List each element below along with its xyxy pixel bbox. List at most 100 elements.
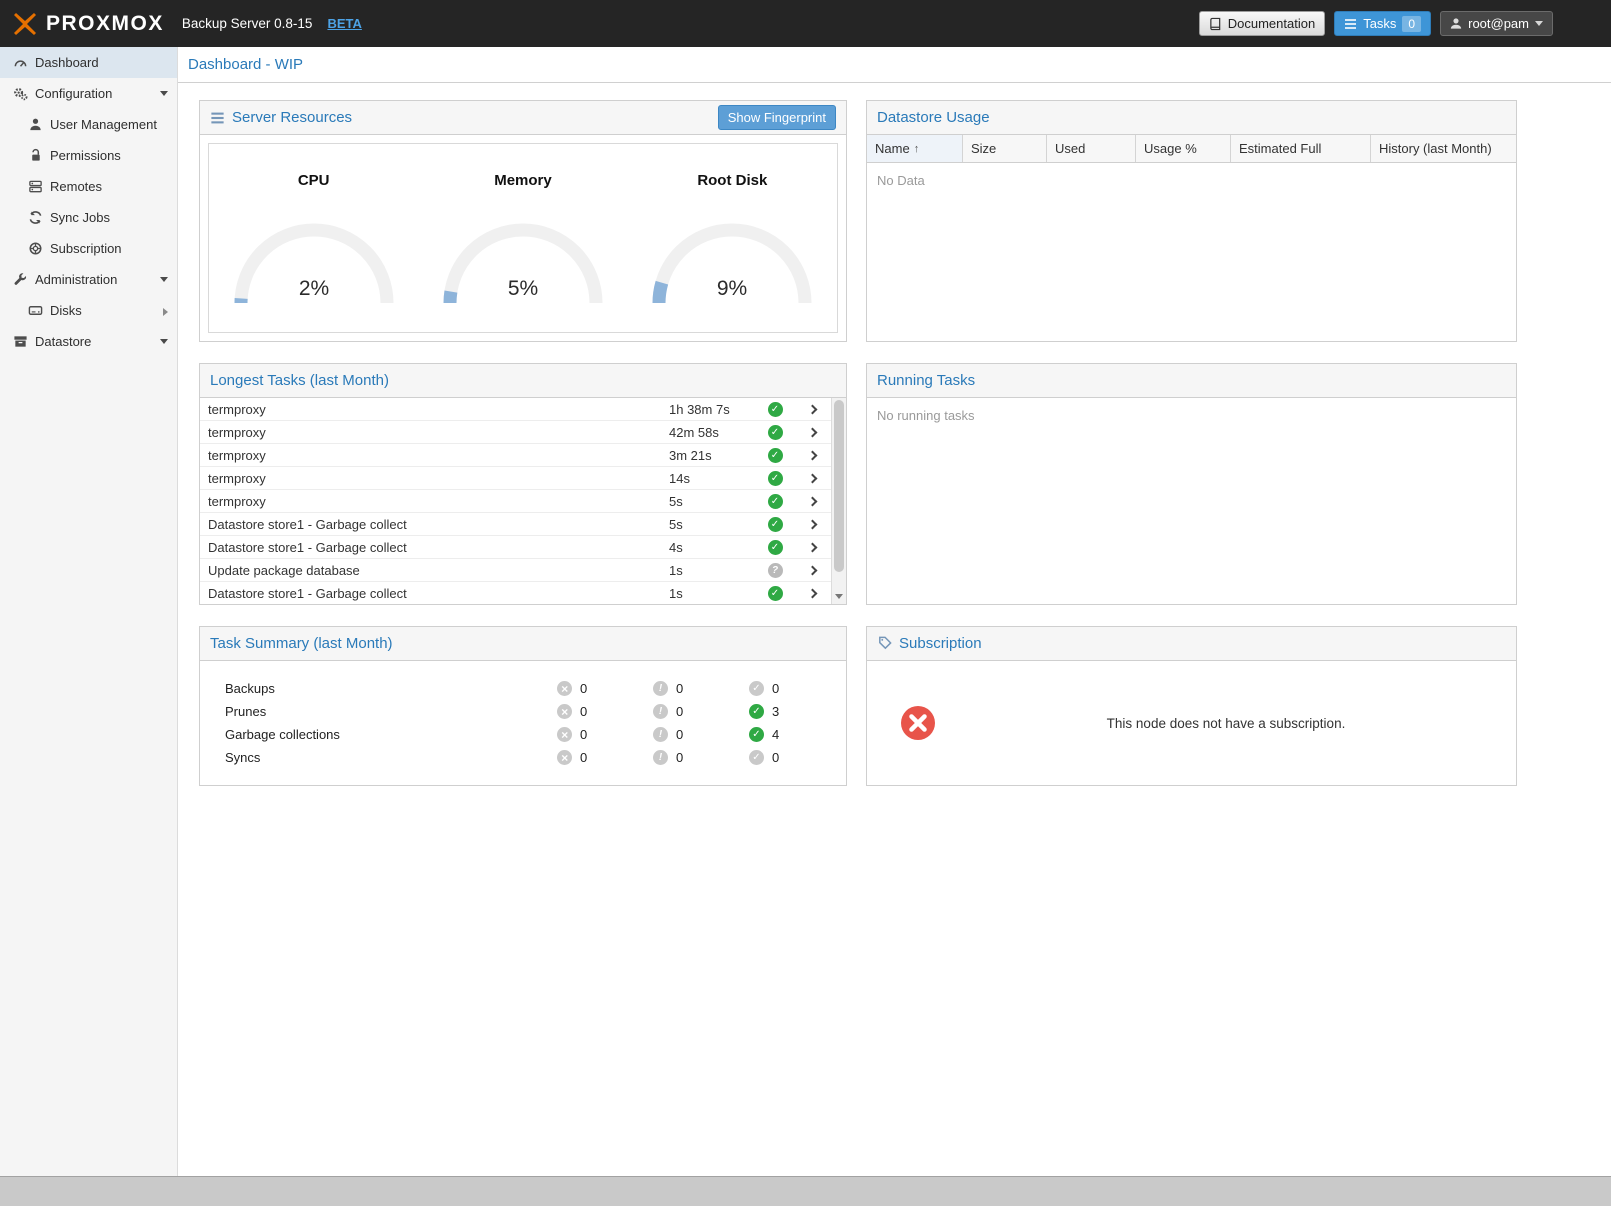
error-count-icon: [557, 727, 572, 742]
warning-count-icon: [653, 727, 668, 742]
chevron-right-icon[interactable]: [793, 521, 831, 528]
scroll-down-button[interactable]: [832, 590, 846, 603]
subscription-panel: Subscription This node does not have a s…: [866, 626, 1517, 786]
column-header-estimated-full[interactable]: Estimated Full: [1231, 135, 1371, 162]
column-header-size[interactable]: Size: [963, 135, 1047, 162]
sidebar-item-subscription[interactable]: Subscription: [0, 233, 177, 264]
beta-link[interactable]: BETA: [327, 16, 361, 31]
proxmox-logo-icon: [12, 11, 38, 37]
column-header-history[interactable]: History (last Month): [1371, 135, 1516, 162]
error-count-icon: [557, 750, 572, 765]
user-icon: [27, 117, 43, 133]
show-fingerprint-button[interactable]: Show Fingerprint: [718, 105, 836, 130]
task-summary-row: Prunes 0 0 3: [225, 700, 846, 723]
datastore-table-header: Name ↑ Size Used Usage % Estimated Full …: [867, 135, 1516, 163]
task-row[interactable]: termproxy 5s: [200, 490, 831, 513]
main-area: Dashboard - WIP Server Resources Show Fi…: [178, 47, 1611, 1176]
chevron-right-icon[interactable]: [793, 406, 831, 413]
server-resources-icon: [210, 111, 225, 125]
proxmox-backup-screen: PROXMOX Backup Server 0.8-15 BETA Docume…: [0, 0, 1611, 1206]
warning-count-icon: [653, 681, 668, 696]
dashboard-icon: [12, 55, 28, 71]
task-row[interactable]: Datastore store1 - Garbage collect 5s: [200, 513, 831, 536]
chevron-right-icon[interactable]: [793, 544, 831, 551]
task-row[interactable]: termproxy 3m 21s: [200, 444, 831, 467]
status-ok-icon: [768, 471, 783, 486]
task-row[interactable]: termproxy 42m 58s: [200, 421, 831, 444]
chevron-down-icon: [1535, 21, 1543, 26]
gauges-box: CPU 2% Memory: [208, 143, 838, 333]
page-header: Dashboard - WIP: [178, 47, 1611, 83]
task-summary-row: Garbage collections 0 0 4: [225, 723, 846, 746]
content: Server Resources Show Fingerprint CPU: [178, 83, 1611, 1176]
memory-gauge: Memory 5%: [418, 144, 627, 332]
tasks-button[interactable]: Tasks 0: [1334, 11, 1431, 36]
task-row[interactable]: termproxy 14s: [200, 467, 831, 490]
status-ok-icon: [768, 540, 783, 555]
cpu-gauge: CPU 2%: [209, 144, 418, 332]
chevron-right-icon[interactable]: [793, 475, 831, 482]
sidebar-item-configuration[interactable]: Configuration: [0, 78, 177, 109]
chevron-right-icon[interactable]: [793, 567, 831, 574]
task-row[interactable]: termproxy 1h 38m 7s: [200, 398, 831, 421]
scrollbar-thumb[interactable]: [834, 400, 844, 572]
chevron-right-icon[interactable]: [163, 308, 168, 316]
no-running-tasks-text: No running tasks: [867, 398, 1516, 433]
column-header-name[interactable]: Name ↑: [867, 135, 963, 162]
server-icon: [27, 179, 43, 195]
longest-tasks-panel: Longest Tasks (last Month) termproxy 1h …: [199, 363, 847, 605]
chevron-down-icon[interactable]: [160, 91, 168, 96]
column-header-usage[interactable]: Usage %: [1136, 135, 1231, 162]
life-ring-icon: [27, 241, 43, 257]
sidebar-item-user-management[interactable]: User Management: [0, 109, 177, 140]
ok-count-icon: [749, 750, 764, 765]
tasks-count-badge: 0: [1402, 16, 1421, 32]
book-icon: [1209, 17, 1222, 31]
chevron-right-icon[interactable]: [793, 590, 831, 597]
no-subscription-icon: [900, 705, 936, 741]
task-row[interactable]: Datastore store1 - Garbage collect 4s: [200, 536, 831, 559]
status-ok-icon: [768, 517, 783, 532]
hdd-icon: [27, 303, 43, 319]
user-icon: [1450, 17, 1462, 30]
task-summary-row: Backups 0 0 0: [225, 677, 846, 700]
sidebar-item-disks[interactable]: Disks: [0, 295, 177, 326]
ok-count-icon: [749, 681, 764, 696]
chevron-down-icon[interactable]: [160, 339, 168, 344]
sidebar-item-dashboard[interactable]: Dashboard: [0, 47, 177, 78]
no-data-text: No Data: [867, 163, 1516, 198]
datastore-icon: [12, 334, 28, 350]
brand: PROXMOX Backup Server 0.8-15 BETA: [12, 11, 362, 37]
brand-name: PROXMOX: [46, 12, 164, 36]
status-ok-icon: [768, 494, 783, 509]
subscription-tag-icon: [877, 636, 892, 651]
scrollbar[interactable]: [831, 398, 846, 604]
window-bottom-edge: [0, 1176, 1611, 1206]
sidebar-item-permissions[interactable]: Permissions: [0, 140, 177, 171]
chevron-right-icon[interactable]: [793, 498, 831, 505]
chevron-right-icon[interactable]: [793, 429, 831, 436]
sidebar-item-datastore[interactable]: Datastore: [0, 326, 177, 357]
ok-count-icon: [749, 727, 764, 742]
documentation-button[interactable]: Documentation: [1199, 11, 1325, 36]
user-menu-button[interactable]: root@pam: [1440, 11, 1553, 36]
task-row[interactable]: Update package database 1s: [200, 559, 831, 582]
root-disk-gauge: Root Disk 9%: [628, 144, 837, 332]
sidebar-item-administration[interactable]: Administration: [0, 264, 177, 295]
chevron-right-icon[interactable]: [793, 452, 831, 459]
task-summary-panel: Task Summary (last Month) Backups 0 0 0 …: [199, 626, 847, 786]
subscription-message: This node does not have a subscription.: [936, 716, 1516, 731]
sidebar-item-sync-jobs[interactable]: Sync Jobs: [0, 202, 177, 233]
task-row[interactable]: Datastore store1 - Garbage collect 1s: [200, 582, 831, 604]
sync-icon: [27, 210, 43, 226]
column-header-used[interactable]: Used: [1047, 135, 1136, 162]
svg-text:9%: 9%: [717, 277, 747, 300]
topbar: PROXMOX Backup Server 0.8-15 BETA Docume…: [0, 0, 1611, 47]
task-list-icon: [1344, 18, 1357, 30]
status-ok-icon: [768, 425, 783, 440]
sidebar-item-remotes[interactable]: Remotes: [0, 171, 177, 202]
sort-asc-icon: ↑: [914, 143, 920, 155]
chevron-down-icon[interactable]: [160, 277, 168, 282]
app-body: Dashboard Configuration User Management: [0, 47, 1611, 1176]
task-summary-row: Syncs 0 0 0: [225, 746, 846, 769]
